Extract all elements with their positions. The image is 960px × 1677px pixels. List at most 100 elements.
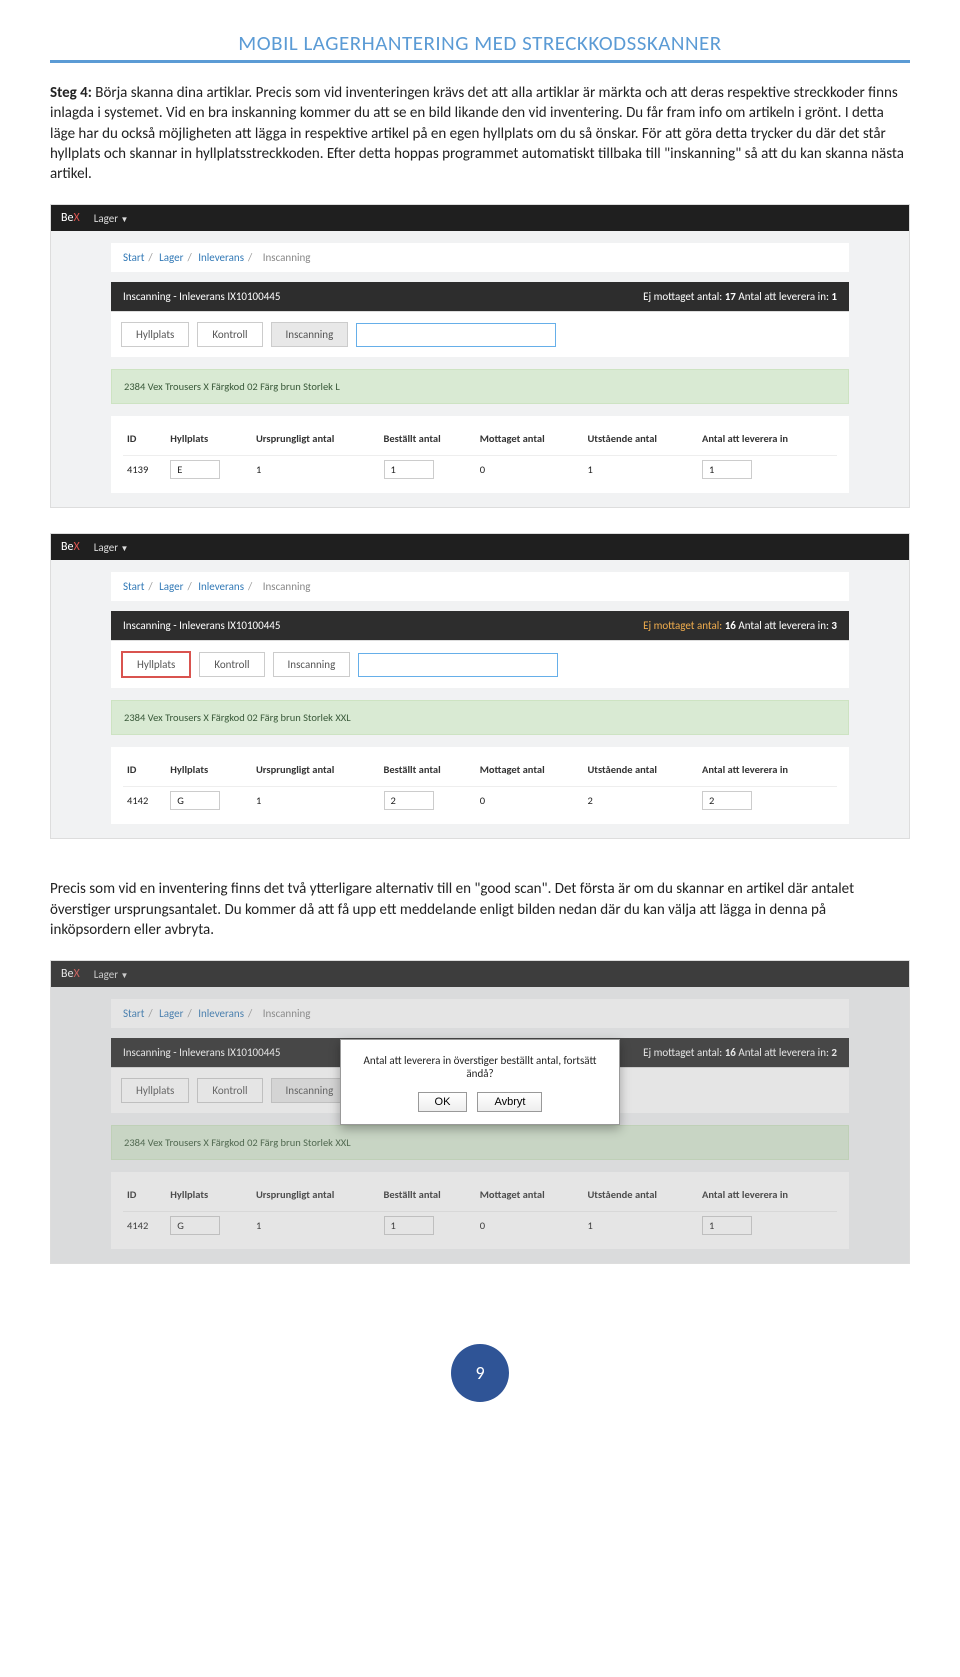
cell-id: 4142 <box>123 787 166 815</box>
panel-stats: Ej mottaget antal: 16 Antal att leverera… <box>643 619 837 632</box>
cell-hyllplats-input[interactable]: E <box>170 460 220 479</box>
page-number-wrap: 9 <box>50 1344 910 1402</box>
panel-title: Inscanning - Inleverans IX10100445 <box>123 1046 280 1059</box>
chevron-down-icon: ▼ <box>121 544 129 554</box>
bc-inleverans[interactable]: Inleverans <box>198 1007 244 1020</box>
th-id: ID <box>123 1182 166 1212</box>
article-info-row: 2384 Vex Trousers X Färgkod 02 Färg brun… <box>111 700 849 735</box>
tab-inscanning[interactable]: Inscanning <box>273 652 351 677</box>
tab-hyllplats[interactable]: Hyllplats <box>121 322 189 347</box>
tab-kontroll[interactable]: Kontroll <box>197 322 262 347</box>
th-antal-lev: Antal att leverera in <box>698 426 837 456</box>
bc-start[interactable]: Start <box>123 251 144 264</box>
paragraph-1: Steg 4: Börja skanna dina artiklar. Prec… <box>50 83 910 184</box>
th-antal-lev: Antal att leverera in <box>698 1182 837 1212</box>
menu-lager[interactable]: Lager ▼ <box>94 212 129 225</box>
th-utstaende: Utstående antal <box>583 1182 698 1212</box>
panel-header: Inscanning - Inleverans IX10100445 Ej mo… <box>111 611 849 640</box>
panel-title: Inscanning - Inleverans IX10100445 <box>123 290 280 303</box>
tab-hyllplats[interactable]: Hyllplats <box>121 1078 189 1103</box>
cell-lev-input[interactable]: 1 <box>702 1216 752 1235</box>
th-bestallt: Beställt antal <box>380 426 476 456</box>
bc-lager[interactable]: Lager <box>159 1007 183 1020</box>
menu-lager[interactable]: Lager ▼ <box>94 541 129 554</box>
chevron-down-icon: ▼ <box>121 971 129 981</box>
confirm-dialog: Antal att leverera in överstiger beställ… <box>340 1039 620 1125</box>
th-bestallt: Beställt antal <box>380 1182 476 1212</box>
cell-bestallt-input[interactable]: 2 <box>384 791 434 810</box>
bc-lager[interactable]: Lager <box>159 251 183 264</box>
bc-inscanning: Inscanning <box>263 580 311 593</box>
brand-logo: BeX <box>61 967 80 981</box>
ok-button[interactable]: OK <box>418 1092 468 1112</box>
cell-bestallt-input[interactable]: 1 <box>384 460 434 479</box>
th-utstaende: Utstående antal <box>583 426 698 456</box>
cell-hyllplats-input[interactable]: G <box>170 1216 220 1235</box>
screenshot-1: BeX Lager ▼ Start/ Lager/ Inleverans/ In… <box>50 204 910 508</box>
cell-id: 4139 <box>123 456 166 484</box>
menu-lager[interactable]: Lager ▼ <box>94 968 129 981</box>
scan-input[interactable] <box>356 323 556 347</box>
items-table: ID Hyllplats Ursprungligt antal Beställt… <box>123 426 837 483</box>
panel-stats: Ej mottaget antal: 16 Antal att leverera… <box>643 1046 837 1059</box>
table-wrap: ID Hyllplats Ursprungligt antal Beställt… <box>111 747 849 824</box>
screenshot-3: BeX Lager ▼ Start/ Lager/ Inleverans/ In… <box>50 960 910 1264</box>
items-table: ID Hyllplats Ursprungligt antal Beställt… <box>123 1182 837 1239</box>
bc-inleverans[interactable]: Inleverans <box>198 580 244 593</box>
cell-urspr: 1 <box>252 787 380 815</box>
tab-kontroll[interactable]: Kontroll <box>197 1078 262 1103</box>
brand-logo: BeX <box>61 540 80 554</box>
doc-header: MOBIL LAGERHANTERING MED STRECKKODSSKANN… <box>50 30 910 63</box>
table-wrap: ID Hyllplats Ursprungligt antal Beställt… <box>111 416 849 493</box>
panel-stats: Ej mottaget antal: 17 Antal att leverera… <box>643 290 837 303</box>
bc-lager[interactable]: Lager <box>159 580 183 593</box>
tabs-row: Hyllplats Kontroll Inscanning <box>111 640 849 688</box>
cell-mottaget: 0 <box>476 1212 584 1240</box>
th-id: ID <box>123 426 166 456</box>
table-row: 4142 G 1 1 0 1 1 <box>123 1212 837 1240</box>
th-bestallt: Beställt antal <box>380 757 476 787</box>
th-hyllplats: Hyllplats <box>166 1182 252 1212</box>
doc-title: MOBIL LAGERHANTERING MED STRECKKODSSKANN… <box>50 30 910 56</box>
screenshot-2: BeX Lager ▼ Start/ Lager/ Inleverans/ In… <box>50 533 910 839</box>
cancel-button[interactable]: Avbryt <box>477 1092 542 1112</box>
app-topbar: BeX Lager ▼ <box>51 534 909 560</box>
cell-utstaende: 1 <box>583 456 698 484</box>
th-urspr: Ursprungligt antal <box>252 426 380 456</box>
tab-kontroll[interactable]: Kontroll <box>199 652 264 677</box>
cell-lev-input[interactable]: 2 <box>702 791 752 810</box>
cell-hyllplats-input[interactable]: G <box>170 791 220 810</box>
th-antal-lev: Antal att leverera in <box>698 757 837 787</box>
tabs-row: Hyllplats Kontroll Inscanning <box>111 311 849 357</box>
app-topbar: BeX Lager ▼ <box>51 205 909 231</box>
th-urspr: Ursprungligt antal <box>252 757 380 787</box>
cell-urspr: 1 <box>252 1212 380 1240</box>
brand-logo: BeX <box>61 211 80 225</box>
scan-input[interactable] <box>358 653 558 677</box>
article-info-row: 2384 Vex Trousers X Färgkod 02 Färg brun… <box>111 369 849 404</box>
bc-inleverans[interactable]: Inleverans <box>198 251 244 264</box>
th-mottaget: Mottaget antal <box>476 426 584 456</box>
breadcrumb: Start/ Lager/ Inleverans/ Inscanning <box>111 243 849 272</box>
cell-mottaget: 0 <box>476 456 584 484</box>
tab-inscanning[interactable]: Inscanning <box>271 1078 349 1103</box>
cell-id: 4142 <box>123 1212 166 1240</box>
page-number: 9 <box>451 1344 509 1402</box>
cell-mottaget: 0 <box>476 787 584 815</box>
panel-title: Inscanning - Inleverans IX10100445 <box>123 619 280 632</box>
tab-hyllplats[interactable]: Hyllplats <box>121 651 191 678</box>
cell-lev-input[interactable]: 1 <box>702 460 752 479</box>
step-label: Steg 4: <box>50 84 92 102</box>
cell-bestallt-input[interactable]: 1 <box>384 1216 434 1235</box>
th-mottaget: Mottaget antal <box>476 1182 584 1212</box>
chevron-down-icon: ▼ <box>121 215 129 225</box>
bc-start[interactable]: Start <box>123 580 144 593</box>
article-info-row: 2384 Vex Trousers X Färgkod 02 Färg brun… <box>111 1125 849 1160</box>
paragraph-1-text: Börja skanna dina artiklar. Precis som v… <box>50 84 904 183</box>
th-urspr: Ursprungligt antal <box>252 1182 380 1212</box>
th-hyllplats: Hyllplats <box>166 757 252 787</box>
tab-inscanning[interactable]: Inscanning <box>271 322 349 347</box>
th-hyllplats: Hyllplats <box>166 426 252 456</box>
table-row: 4139 E 1 1 0 1 1 <box>123 456 837 484</box>
bc-start[interactable]: Start <box>123 1007 144 1020</box>
